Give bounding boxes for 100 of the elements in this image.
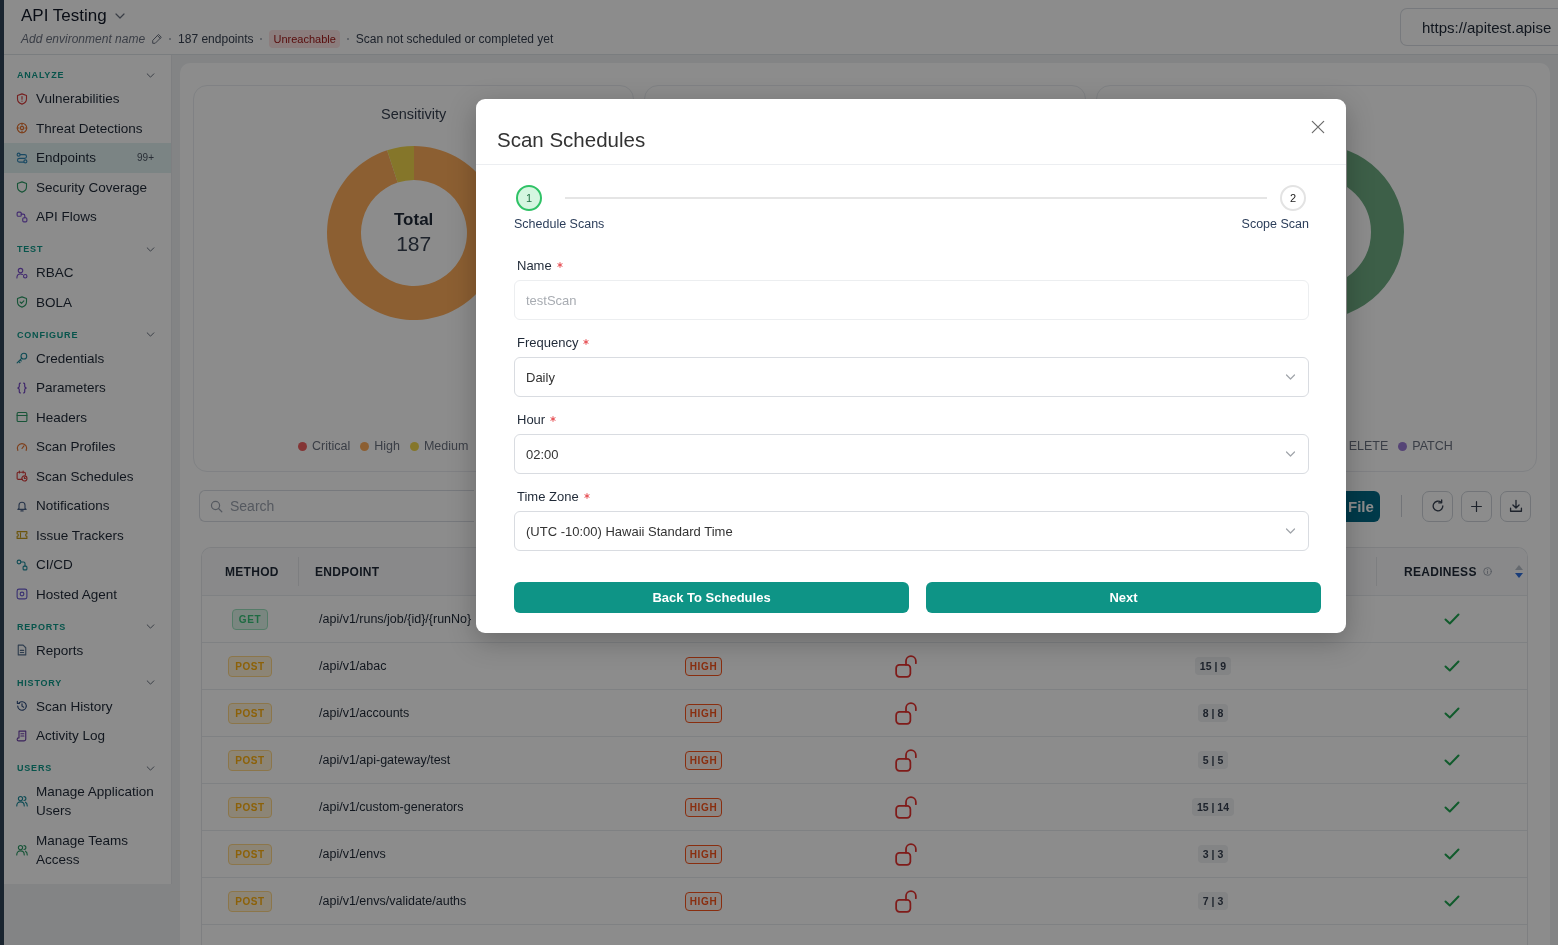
sort-icon[interactable] [1514,565,1523,578]
step-label: Schedule Scans [514,216,605,232]
history-icon [16,700,28,713]
risk-level-tag: HIGH [684,703,723,723]
sidebar-item[interactable]: Reports [4,635,171,665]
method-tag: POST [228,749,272,771]
item-count: 99+ [137,151,154,166]
total-label: Total [393,209,434,231]
sidebar-item[interactable]: Credentials [4,343,171,373]
legend-label: PATCH [1412,438,1453,454]
users-icon [16,843,28,856]
sidebar-item[interactable]: Notifications [4,491,171,521]
count-pill: 3 | 3 [1197,845,1229,863]
chevron-down-icon [1285,451,1296,457]
column-header: METHOD [225,564,279,579]
refresh-button[interactable] [1422,490,1453,522]
risk-level-tag: HIGH [684,656,723,676]
sidebar-item[interactable]: RBAC [4,258,171,288]
calendar-clock-icon [16,470,28,483]
file-button[interactable]: File [1346,490,1380,522]
column-header: ENDPOINT [315,564,380,579]
select-field[interactable]: 02:00 [514,434,1309,474]
sidebar-item[interactable]: Security Coverage [4,172,171,202]
download-button[interactable] [1500,490,1531,522]
sidebar-item[interactable]: CI/CD [4,550,171,580]
legend-label: Critical [312,438,351,454]
plus-icon [1470,499,1483,513]
key-icon [16,352,28,365]
sidebar-item[interactable]: Issue Trackers [4,520,171,550]
dialog-title: Scan Schedules [497,127,646,153]
legend-label: High [374,438,400,454]
bell-icon [16,499,28,512]
next-button[interactable]: Next [926,582,1321,613]
project-title-dropdown[interactable]: API Testing [21,5,125,27]
download-icon [1508,499,1523,513]
scroll-icon [16,729,28,742]
step-label: Scope Scan [1241,216,1309,232]
info-icon [1482,567,1492,576]
count-pill: 7 | 3 [1197,892,1229,910]
legend-dot-icon [409,441,419,451]
total-value: 187 [396,231,432,257]
endpoint-path: /api/v1/accounts [318,706,410,720]
field-label: Frequency [517,334,579,350]
sidebar-item[interactable]: BOLA [4,287,171,317]
sidebar-item[interactable]: Hosted Agent [4,579,171,609]
close-icon [1311,120,1325,134]
box-icon [16,588,28,601]
add-button[interactable] [1461,490,1492,522]
sidebar-item[interactable]: Vulnerabilities [4,84,171,114]
risk-level-tag: HIGH [684,797,723,817]
sidebar-item[interactable]: Parameters [4,373,171,403]
legend-label: ELETE [1348,438,1389,454]
count-pill: 15 | 9 [1194,657,1232,675]
sidebar-item[interactable]: API Flows [4,202,171,232]
crosshair-icon [16,122,28,135]
sidebar-item[interactable]: Manage Teams Access [4,825,171,874]
sidebar-item[interactable]: Headers [4,402,171,432]
method-tag: POST [228,890,272,912]
step-circle: 1 [516,185,542,211]
sidebar-item[interactable]: Scan History [4,691,171,721]
sidebar-item[interactable]: Activity Log [4,721,171,751]
method-tag: GET [231,608,269,630]
users-icon [16,795,28,808]
environment-name-link[interactable]: Add environment name [21,31,146,47]
select-field[interactable]: (UTC -10:00) Hawaii Standard Time [514,511,1309,551]
risk-level-tag: HIGH [684,844,723,864]
field-label: Name [517,257,552,273]
count-pill: 5 | 5 [1197,751,1229,769]
method-tag: POST [228,796,272,818]
sidebar-item[interactable]: Manage Application Users [4,777,171,826]
search-icon [210,500,223,513]
select-field[interactable]: Daily [514,357,1309,397]
document-icon [16,644,28,657]
text-input[interactable]: testScan [514,280,1309,320]
sidebar-item[interactable]: Scan Profiles [4,432,171,462]
shield-icon [16,181,28,194]
risk-level-tag: HIGH [684,891,723,911]
flow-icon [16,210,28,223]
url-field[interactable]: https://apitest.apise [1400,8,1558,46]
column-header[interactable]: READINESS [1376,548,1527,595]
endpoint-path: /api/v1/runs/job/{id}/{runNo} [318,612,472,626]
back-button[interactable]: Back To Schedules [514,582,909,613]
step-circle: 2 [1280,185,1306,211]
sidebar-item[interactable]: Endpoints 99+ [4,143,171,173]
field-label: Time Zone [517,488,579,504]
endpoint-path: /api/v1/api-gateway/test [318,753,451,767]
pencil-icon[interactable] [152,34,163,44]
field-label: Hour [517,411,546,427]
count-pill: 15 | 14 [1191,798,1235,816]
count-pill: 8 | 8 [1197,704,1229,722]
endpoint-path: /api/v1/envs/validate/auths [318,894,467,908]
scan-status-text: Scan not scheduled or completed yet [355,31,554,47]
risk-level-tag: HIGH [684,750,723,770]
sidebar-item[interactable]: Scan Schedules [4,461,171,491]
endpoint-path: /api/v1/envs [318,847,386,861]
sidebar-item[interactable]: Threat Detections [4,113,171,143]
status-badge: Unreachable [269,30,340,48]
endpoint-count: 187 endpoints [178,31,254,47]
chevron-down-icon [114,13,125,19]
legend-label: Medium [423,438,469,454]
